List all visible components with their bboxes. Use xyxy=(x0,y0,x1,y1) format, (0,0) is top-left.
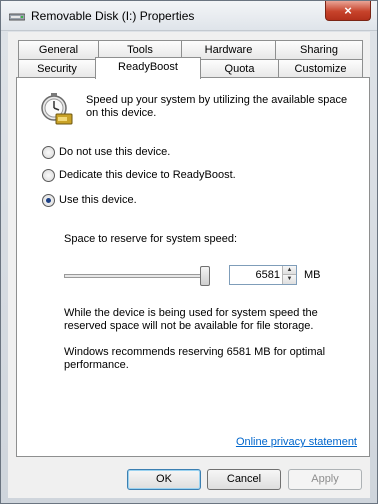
cancel-button[interactable]: Cancel xyxy=(207,469,281,490)
readyboost-icon xyxy=(41,93,73,125)
tab-sharing[interactable]: Sharing xyxy=(275,40,363,60)
radio-use-device[interactable]: Use this device. xyxy=(42,193,137,207)
privacy-link[interactable]: Online privacy statement xyxy=(236,436,357,448)
reserve-spinner[interactable]: 6581 ▲ ▼ xyxy=(229,265,297,285)
spin-up-icon[interactable]: ▲ xyxy=(283,266,296,275)
radio-button[interactable] xyxy=(42,168,55,182)
intro-text: Speed up your system by utilizing the av… xyxy=(86,94,348,119)
close-button[interactable]: × xyxy=(325,1,371,21)
radio-label: Use this device. xyxy=(59,194,137,206)
tab-quota[interactable]: Quota xyxy=(200,59,279,79)
removable-disk-icon xyxy=(9,13,25,21)
slider-track xyxy=(64,274,210,278)
reserve-label: Space to reserve for system speed: xyxy=(64,233,238,245)
close-icon: × xyxy=(344,3,352,18)
radio-label: Do not use this device. xyxy=(59,146,171,158)
radio-button-checked[interactable] xyxy=(42,193,55,207)
radio-do-not-use[interactable]: Do not use this device. xyxy=(42,145,170,159)
properties-window: Removable Disk (I:) Properties × General… xyxy=(0,0,378,504)
tab-customize[interactable]: Customize xyxy=(278,59,363,79)
readyboost-panel: Speed up your system by utilizing the av… xyxy=(16,77,370,457)
storage-note: While the device is being used for syste… xyxy=(64,307,318,332)
ok-button[interactable]: OK xyxy=(127,469,201,490)
title-bar[interactable]: Removable Disk (I:) Properties × xyxy=(1,1,377,31)
reserve-value-input[interactable]: 6581 xyxy=(230,269,280,281)
recommendation-note: Windows recommends reserving 6581 MB for… xyxy=(64,346,326,371)
spin-down-icon[interactable]: ▼ xyxy=(283,275,296,284)
tab-general[interactable]: General xyxy=(18,40,99,60)
tab-security[interactable]: Security xyxy=(18,59,96,79)
slider-thumb[interactable] xyxy=(200,266,210,286)
tab-readyboost[interactable]: ReadyBoost xyxy=(95,57,201,79)
radio-label: Dedicate this device to ReadyBoost. xyxy=(59,169,236,181)
spin-buttons: ▲ ▼ xyxy=(282,266,296,284)
radio-dedicate[interactable]: Dedicate this device to ReadyBoost. xyxy=(42,168,236,182)
window-title: Removable Disk (I:) Properties xyxy=(31,9,195,23)
apply-button[interactable]: Apply xyxy=(288,469,362,490)
unit-label: MB xyxy=(304,269,321,281)
reserve-slider[interactable] xyxy=(64,266,214,286)
radio-button[interactable] xyxy=(42,145,55,159)
